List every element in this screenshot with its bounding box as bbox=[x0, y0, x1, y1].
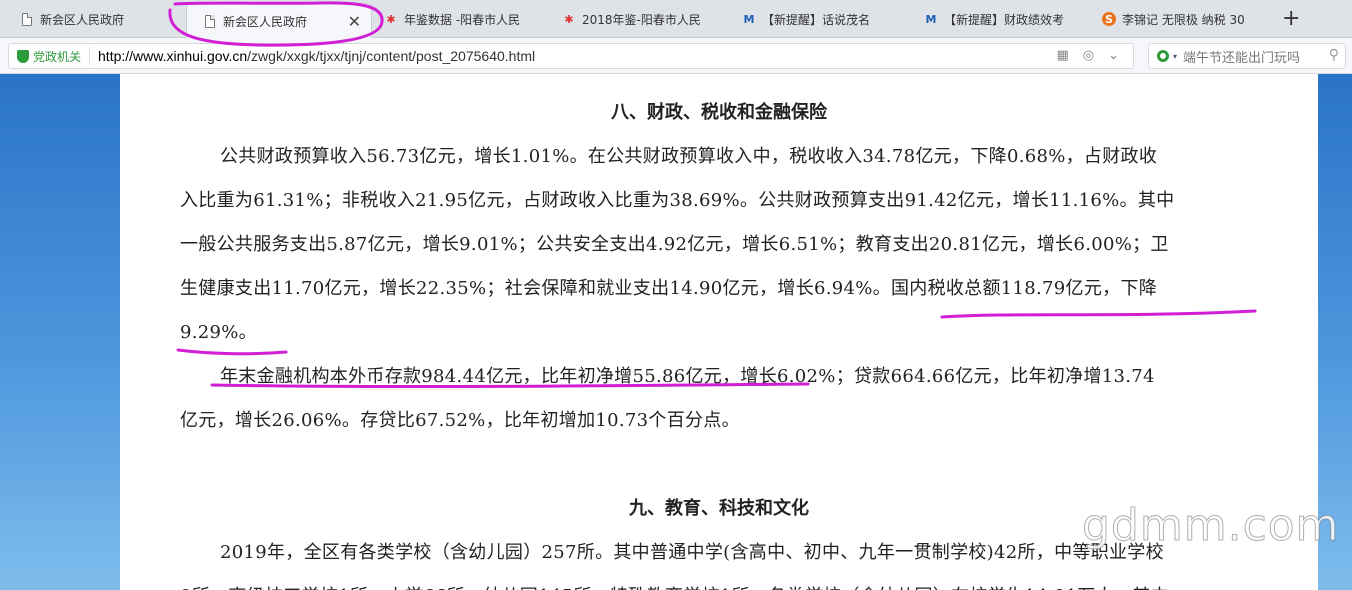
tab-label: 李锦记 无限极 纳税 30 bbox=[1122, 12, 1245, 27]
url-box[interactable]: 党政机关 http://www.xinhui.gov.cn/zwgk/xxgk/… bbox=[8, 43, 1134, 69]
document-icon bbox=[20, 12, 34, 26]
tab-1[interactable]: 新会区人民政府 bbox=[20, 4, 170, 34]
tab-5[interactable]: M 【新提醒】话说茂名 bbox=[742, 4, 902, 34]
paragraph-line: 一般公共服务支出5.87亿元，增长9.01%；公共安全支出4.92亿元，增长6.… bbox=[180, 234, 1169, 255]
crab-icon: ✱ bbox=[386, 12, 396, 26]
url-domain: http://www.xinhui.gov.cn bbox=[98, 48, 248, 64]
tab-label: 年鉴数据 -阳春市人民 bbox=[404, 12, 521, 27]
paragraph-line: 亿元，增长26.06%。存贷比67.52%，比年初增加10.73个百分点。 bbox=[180, 410, 740, 431]
document-icon bbox=[203, 15, 217, 29]
chevron-down-icon[interactable]: ⌄ bbox=[1108, 48, 1119, 63]
tab-2-active[interactable]: 新会区人民政府 ✕ bbox=[186, 3, 372, 39]
reader-mode-icon[interactable]: ◎ bbox=[1083, 48, 1094, 63]
paragraph-line: 年末金融机构本外币存款984.44亿元，比年初净增55.86亿元，增长6.02%… bbox=[220, 366, 1155, 387]
paragraph-line: 9.29%。 bbox=[180, 322, 257, 343]
paragraph-line: 2019年，全区有各类学校（含幼儿园）257所。其中普通中学(含高中、初中、九年… bbox=[220, 542, 1164, 563]
tab-bar: 新会区人民政府 新会区人民政府 ✕ ✱ 年鉴数据 -阳春市人民 ✱ 2018年鉴… bbox=[0, 0, 1352, 39]
tab-3[interactable]: ✱ 年鉴数据 -阳春市人民 bbox=[384, 4, 534, 34]
url-text[interactable]: http://www.xinhui.gov.cn/zwgk/xxgk/tjxx/… bbox=[90, 48, 535, 64]
tab-label: 【新提醒】话说茂名 bbox=[762, 12, 871, 27]
tab-label: 【新提醒】财政绩效考 bbox=[944, 12, 1065, 27]
section-8-title: 八、财政、税收和金融保险 bbox=[611, 102, 827, 123]
tab-7[interactable]: S 李锦记 无限极 纳税 30 bbox=[1102, 4, 1252, 34]
address-bar: 党政机关 http://www.xinhui.gov.cn/zwgk/xxgk/… bbox=[0, 38, 1352, 74]
search-placeholder: 端午节还能出门玩吗 bbox=[1183, 50, 1301, 66]
new-tab-button[interactable]: + bbox=[1282, 6, 1300, 31]
tab-6[interactable]: M 【新提醒】财政绩效考 bbox=[924, 4, 1074, 34]
chevron-down-icon[interactable]: ▾ bbox=[1173, 52, 1177, 61]
shield-icon bbox=[17, 49, 29, 63]
watermark-logo: gdmm.com bbox=[1082, 500, 1340, 552]
address-actions: ▦ ◎ ⌄ bbox=[1056, 48, 1119, 63]
m-logo-icon: M bbox=[743, 12, 755, 26]
paragraph-line: 公共财政预算收入56.73亿元，增长1.01%。在公共财政预算收入中，税收收入3… bbox=[220, 146, 1158, 167]
close-tab-icon[interactable]: ✕ bbox=[348, 12, 361, 31]
search-engine-icon[interactable] bbox=[1157, 50, 1169, 62]
tab-label: 新会区人民政府 bbox=[40, 12, 125, 27]
qr-code-icon[interactable]: ▦ bbox=[1056, 48, 1068, 63]
paragraph-line: 8所，高级技工学校1所，小学66所，幼儿园145所，特殊教育学校1所。各类学校（… bbox=[180, 582, 1169, 590]
search-icon[interactable]: ⚲ bbox=[1329, 47, 1339, 63]
gov-badge-label: 党政机关 bbox=[33, 49, 82, 64]
search-box[interactable]: ▾ 端午节还能出门玩吗 ⚲ bbox=[1148, 43, 1346, 69]
m-logo-icon: M bbox=[925, 12, 937, 26]
crab-icon: ✱ bbox=[564, 12, 574, 26]
tab-4[interactable]: ✱ 2018年鉴-阳春市人民 bbox=[562, 4, 712, 34]
tab-label: 2018年鉴-阳春市人民 bbox=[582, 12, 701, 27]
url-path: /zwgk/xxgk/tjxx/tjnj/content/post_207564… bbox=[247, 48, 536, 64]
paragraph-line: 生健康支出11.70亿元，增长22.35%；社会保障和就业支出14.90亿元，增… bbox=[180, 278, 1158, 299]
s-logo-icon: S bbox=[1102, 12, 1116, 26]
gov-badge[interactable]: 党政机关 bbox=[9, 47, 91, 65]
paragraph-line: 入比重为61.31%；非税收入21.95亿元，占财政收入比重为38.69%。公共… bbox=[180, 190, 1175, 211]
tab-label: 新会区人民政府 bbox=[223, 15, 308, 29]
